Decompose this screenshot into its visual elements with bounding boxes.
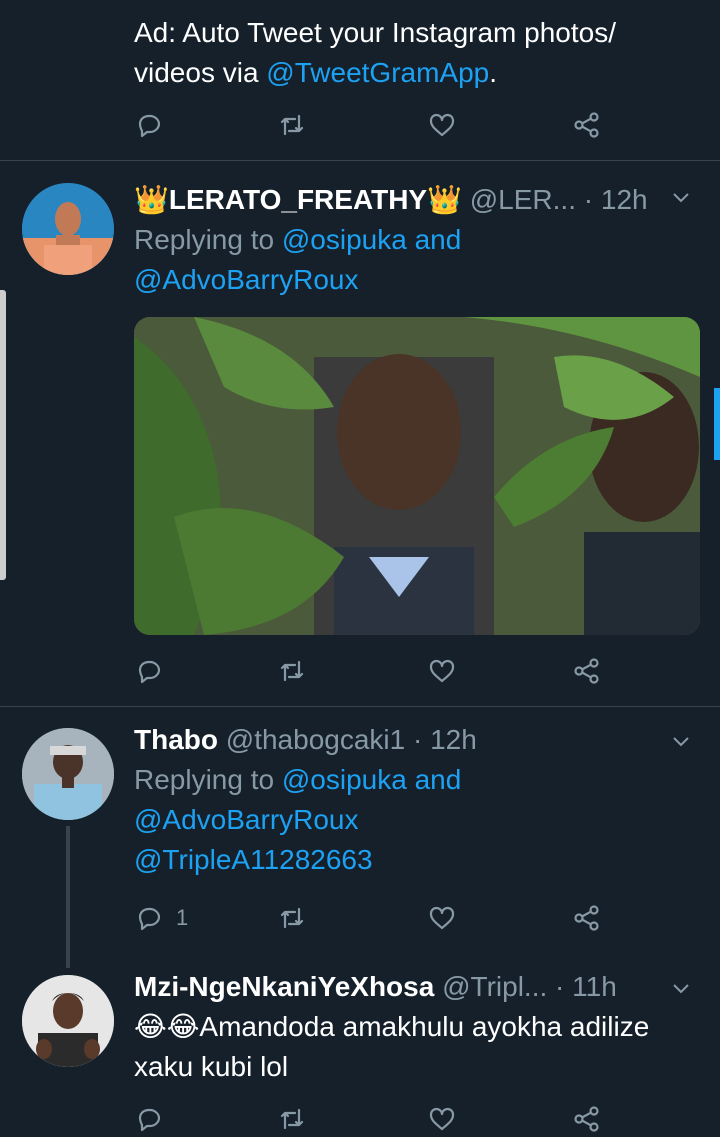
tweet-header: Mzi-NgeNkaniYeXhosa @Tripl... · 11h <box>134 967 700 1007</box>
reply-icon <box>138 660 161 684</box>
tweet-item[interactable]: 👑LERATO_FREATHY👑 @LER... · 12h Replying … <box>0 161 720 706</box>
tweet-actions <box>134 653 624 689</box>
share-button[interactable] <box>572 107 602 143</box>
like-icon <box>429 659 455 683</box>
like-button[interactable] <box>427 107 457 143</box>
mention-link[interactable]: @TweetGramApp <box>266 57 489 88</box>
share-button[interactable] <box>572 1101 602 1137</box>
chevron-down-icon[interactable] <box>670 977 692 999</box>
share-icon <box>574 905 599 931</box>
like-button[interactable] <box>427 653 457 689</box>
timestamp[interactable]: · 11h <box>555 971 617 1002</box>
timestamp[interactable]: · 12h <box>584 184 648 215</box>
display-name[interactable]: Thabo <box>134 724 218 755</box>
share-button[interactable] <box>572 653 602 689</box>
avatar[interactable] <box>22 975 114 1067</box>
reply-icon <box>138 907 161 931</box>
replying-to: Replying to @osipuka and @AdvoBarryRoux <box>134 224 462 295</box>
retweet-icon <box>280 114 304 136</box>
tweet-item[interactable]: Mzi-NgeNkaniYeXhosa @Tripl... · 11h 😂😂Am… <box>0 963 720 1134</box>
reply-button[interactable] <box>134 653 164 689</box>
share-icon <box>574 658 599 684</box>
thread-connector <box>66 826 70 968</box>
tweet-actions <box>134 107 624 143</box>
tweet-actions <box>134 1101 624 1137</box>
tweet-text: 😂😂Amandoda amakhulu ayokha adilize xaku … <box>134 1011 650 1082</box>
like-button[interactable] <box>427 1101 457 1137</box>
user-handle[interactable]: @Tripl... <box>442 971 547 1002</box>
mention-link[interactable]: @osipuka <box>282 764 407 795</box>
avatar[interactable] <box>22 183 114 275</box>
retweet-button[interactable] <box>277 1101 307 1137</box>
chevron-down-icon[interactable] <box>670 730 692 752</box>
retweet-icon <box>280 907 304 929</box>
tweet-item[interactable]: Thabo @thabogcaki1 · 12h Replying to @os… <box>0 707 720 963</box>
retweet-button[interactable] <box>277 107 307 143</box>
replying-to: Replying to @osipuka and @AdvoBarryRoux <box>134 764 462 835</box>
like-icon <box>429 1107 455 1131</box>
reply-button[interactable] <box>134 107 164 143</box>
tweet-header: Thabo @thabogcaki1 · 12h <box>134 720 700 760</box>
display-name[interactable]: 👑LERATO_FREATHY👑 <box>134 184 462 215</box>
retweet-button[interactable] <box>277 653 307 689</box>
display-name[interactable]: Mzi-NgeNkaniYeXhosa <box>134 971 434 1002</box>
mention-link[interactable]: @TripleA11282663 <box>134 844 373 875</box>
reply-button[interactable]: 1 <box>134 900 188 936</box>
mention-link[interactable]: @AdvoBarryRoux <box>134 264 359 295</box>
share-icon <box>574 1106 599 1132</box>
timestamp[interactable]: · 12h <box>413 724 477 755</box>
user-handle[interactable]: @LER... <box>470 184 576 215</box>
share-icon <box>574 112 599 138</box>
retweet-icon <box>280 1108 304 1130</box>
tweet-text: Ad: Auto Tweet your Instagram photos/ vi… <box>134 17 616 88</box>
reply-icon <box>138 114 161 138</box>
reply-icon <box>138 1108 161 1132</box>
like-button[interactable] <box>427 900 457 936</box>
ad-tweet[interactable]: Ad: Auto Tweet your Instagram photos/ vi… <box>0 0 720 160</box>
tweet-actions: 1 <box>134 900 624 936</box>
mention-link[interactable]: @AdvoBarryRoux <box>134 804 359 835</box>
retweet-icon <box>280 660 304 682</box>
reply-count: 1 <box>176 905 189 930</box>
tweet-text: @TripleA11282663 <box>134 840 700 880</box>
mention-link[interactable]: @osipuka <box>282 224 407 255</box>
like-icon <box>429 113 455 137</box>
chevron-down-icon[interactable] <box>670 186 692 208</box>
tweet-header: 👑LERATO_FREATHY👑 @LER... · 12h <box>134 180 700 220</box>
share-button[interactable] <box>572 900 602 936</box>
tweet-media-image[interactable] <box>134 317 700 635</box>
user-handle[interactable]: @thabogcaki1 <box>226 724 405 755</box>
retweet-button[interactable] <box>277 900 307 936</box>
like-icon <box>429 906 455 930</box>
avatar[interactable] <box>22 728 114 820</box>
reply-button[interactable] <box>134 1101 164 1137</box>
